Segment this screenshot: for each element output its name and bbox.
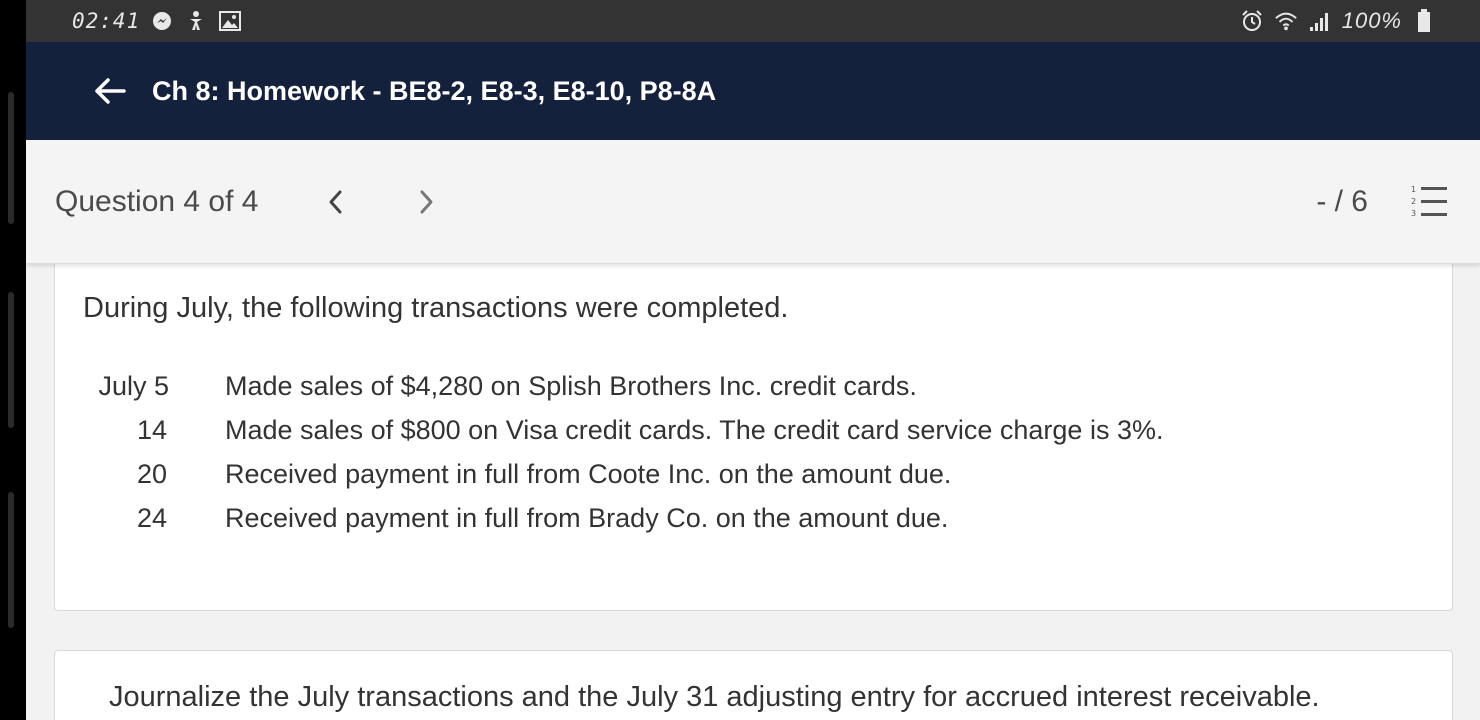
edge-mark	[8, 492, 14, 628]
image-icon	[218, 9, 242, 33]
question-counter: Question 4 of 4	[55, 184, 259, 218]
svg-text:3: 3	[1411, 209, 1416, 218]
transaction-row: July 5 Made sales of $4,280 on Splish Br…	[55, 371, 1355, 415]
numbered-list-icon[interactable]: 1 2 3	[1410, 184, 1450, 220]
signal-icon	[1308, 9, 1332, 33]
status-right: 100%	[1240, 8, 1436, 34]
app-screen: 02:41 100% Ch 8: Homework - BE8-2, E8-3,…	[26, 0, 1480, 720]
chevron-left-icon[interactable]	[320, 182, 350, 222]
screen-edge	[0, 0, 26, 720]
transaction-date: 14	[136, 415, 167, 445]
transaction-row: 14 Made sales of $800 on Visa credit car…	[55, 415, 1355, 459]
battery-level: 100%	[1341, 8, 1402, 33]
transaction-description: Received payment in full from Brady Co. …	[225, 503, 949, 533]
accessibility-icon	[184, 9, 208, 33]
question-card: During July, the following transactions …	[54, 230, 1453, 611]
messenger-icon	[150, 9, 174, 33]
edge-mark	[8, 92, 14, 224]
transaction-list: July 5 Made sales of $4,280 on Splish Br…	[55, 371, 1355, 547]
alarm-icon	[1240, 9, 1264, 33]
wifi-icon	[1274, 9, 1298, 33]
svg-text:1: 1	[1411, 185, 1416, 194]
status-time: 02:41	[72, 9, 141, 33]
question-intro: During July, the following transactions …	[83, 292, 789, 324]
assignment-title: Ch 8: Homework - BE8-2, E8-3, E8-10, P8-…	[152, 75, 717, 106]
question-score: - / 6	[1316, 184, 1368, 218]
status-left: 02:41	[72, 9, 242, 33]
transaction-date: 20	[136, 459, 167, 489]
transaction-description: Made sales of $800 on Visa credit cards.…	[225, 415, 1164, 445]
edge-mark	[8, 292, 14, 428]
part-instruction: Journalize the July transactions and the…	[109, 681, 1320, 713]
back-arrow-icon[interactable]	[92, 73, 128, 109]
transaction-description: Made sales of $4,280 on Splish Brothers …	[225, 371, 917, 401]
transaction-date: July 5	[98, 371, 169, 401]
question-nav: Question 4 of 4 - / 6 1 2 3	[26, 140, 1480, 264]
status-bar: 02:41 100%	[26, 0, 1480, 42]
part-card: Journalize the July transactions and the…	[54, 650, 1453, 720]
battery-icon	[1412, 9, 1436, 33]
transaction-row: 20 Received payment in full from Coote I…	[55, 459, 1355, 503]
transaction-description: Received payment in full from Coote Inc.…	[225, 459, 952, 489]
chevron-right-icon[interactable]	[412, 182, 442, 222]
svg-text:2: 2	[1411, 197, 1416, 206]
transaction-date: 24	[136, 503, 167, 533]
transaction-row: 24 Received payment in full from Brady C…	[55, 503, 1355, 547]
app-bar: Ch 8: Homework - BE8-2, E8-3, E8-10, P8-…	[26, 42, 1480, 140]
